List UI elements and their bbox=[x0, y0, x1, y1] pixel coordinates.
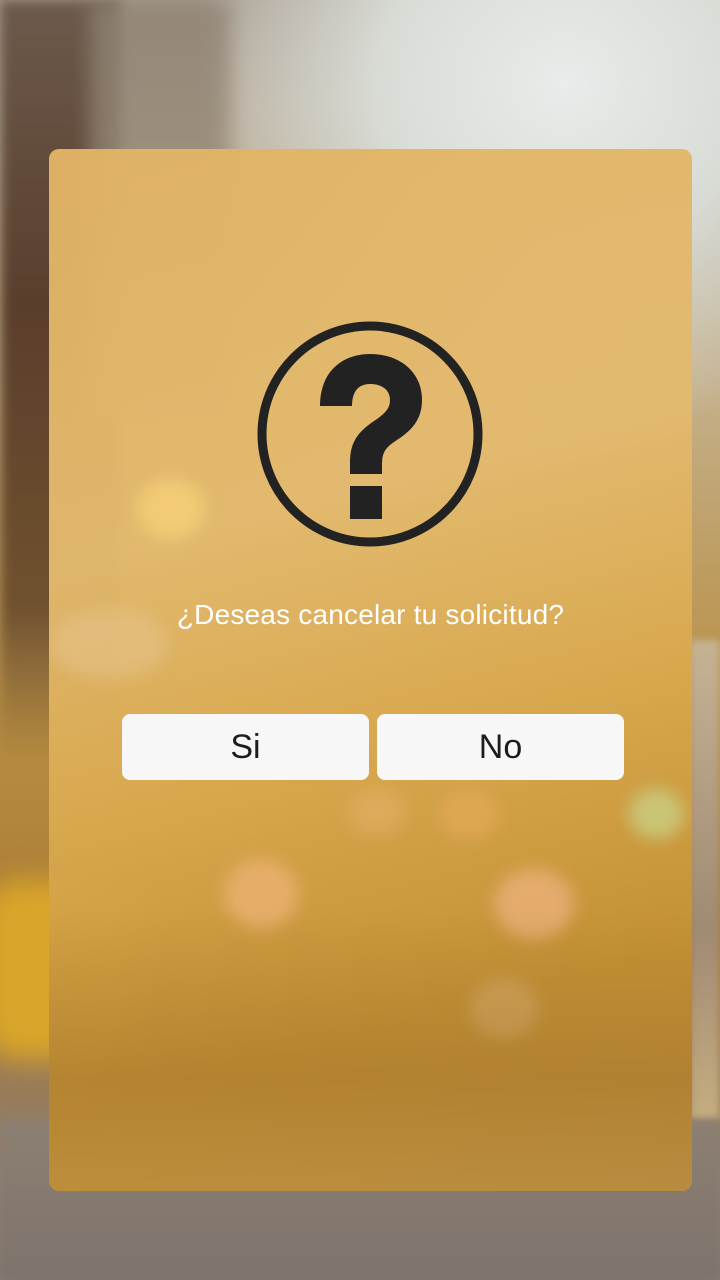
bokeh-light bbox=[629, 789, 684, 839]
yes-button[interactable]: Si bbox=[122, 714, 369, 780]
no-button[interactable]: No bbox=[377, 714, 624, 780]
bokeh-light bbox=[349, 789, 405, 835]
yes-button-label: Si bbox=[230, 727, 261, 766]
cancel-request-prompt: ¿Deseas cancelar tu solicitud? bbox=[176, 599, 565, 630]
bokeh-light bbox=[137, 479, 205, 539]
no-button-label: No bbox=[478, 727, 523, 766]
panel-shade bbox=[49, 909, 692, 1191]
question-mark-circle-icon bbox=[256, 320, 484, 548]
cancel-request-dialog: ¿Deseas cancelar tu solicitud? Si No bbox=[49, 149, 692, 1191]
background-right-edge bbox=[690, 640, 720, 1120]
bokeh-light bbox=[439, 789, 499, 839]
